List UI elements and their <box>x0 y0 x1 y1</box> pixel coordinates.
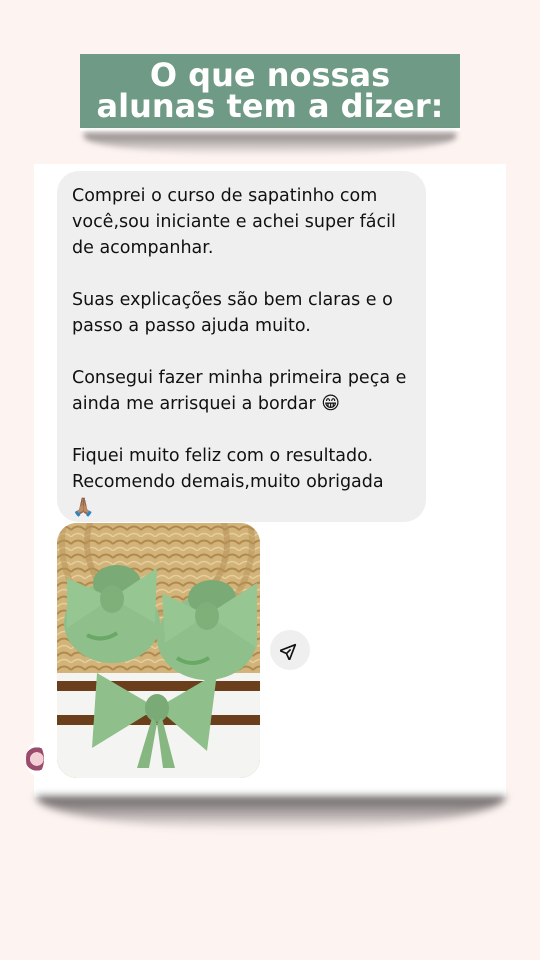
message-bubble[interactable]: Comprei o curso de sapatinho com você,so… <box>57 171 426 522</box>
smile-emoji-icon: 😁 <box>321 393 340 414</box>
card-shadow <box>36 796 506 830</box>
message-paragraph-4: Fiquei muito feliz com o resultado. Reco… <box>72 443 412 521</box>
message-paragraph-1: Comprei o curso de sapatinho com você,so… <box>72 186 396 258</box>
title-shadow <box>84 133 456 155</box>
paper-plane-icon <box>280 643 297 660</box>
message-paragraph-2: Suas explicações são bem claras e o pass… <box>72 290 393 336</box>
share-button[interactable] <box>270 630 310 670</box>
praying-hands-emoji-icon: 🙏🏽 <box>72 497 95 518</box>
title-line-2: alunas tem a dizer: <box>96 87 444 125</box>
message-paragraph-4-text: Fiquei muito feliz com o resultado. Reco… <box>72 446 384 492</box>
title-banner: O que nossas alunas tem a dizer: <box>80 54 460 131</box>
message-paragraph-3: Consegui fazer minha primeira peça e ain… <box>72 365 412 417</box>
avatar[interactable] <box>26 743 44 775</box>
product-photo[interactable] <box>57 523 260 778</box>
message-paragraph-3-text: Consegui fazer minha primeira peça e ain… <box>72 368 407 414</box>
baby-shoes-illustration <box>57 523 260 778</box>
